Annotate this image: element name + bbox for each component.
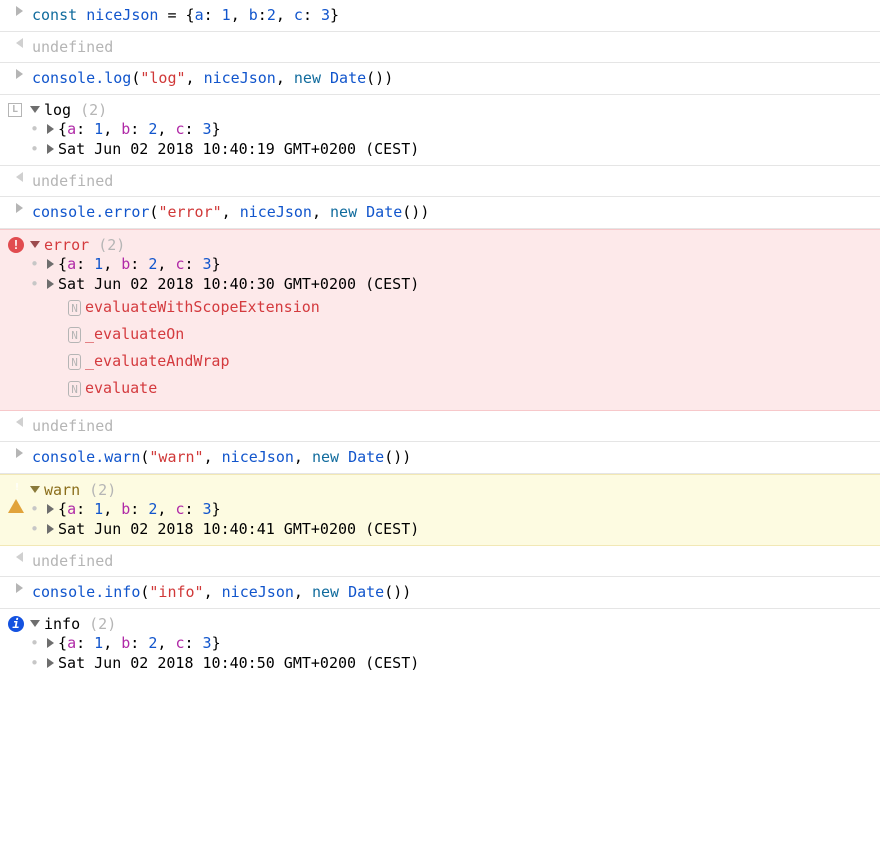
- object-summary: {a: 1, b: 2, c: 3}: [58, 500, 221, 518]
- disclosure-triangle-icon[interactable]: [30, 106, 40, 113]
- native-badge-icon: N: [68, 381, 81, 397]
- disclosure-triangle-icon[interactable]: [30, 620, 40, 627]
- console-input-row[interactable]: const niceJson = {a: 1, b:2, c: 3}: [0, 0, 880, 32]
- stack-frame[interactable]: N_evaluateAndWrap: [68, 348, 874, 375]
- info-icon: i: [8, 616, 24, 632]
- native-badge-icon: N: [68, 300, 81, 316]
- disclosure-triangle-icon[interactable]: [30, 486, 40, 493]
- console-warn-block[interactable]: warn (2) • {a: 1, b: 2, c: 3} • Sat Jun …: [0, 474, 880, 546]
- disclosure-triangle-icon[interactable]: [47, 144, 54, 154]
- stack-trace: NevaluateWithScopeExtension N_evaluateOn…: [8, 294, 874, 402]
- undefined-text: undefined: [30, 36, 874, 59]
- native-badge-icon: N: [68, 354, 81, 370]
- console-input-row[interactable]: console.warn("warn", niceJson, new Date(…: [0, 442, 880, 474]
- stack-frame[interactable]: N_evaluateOn: [68, 321, 874, 348]
- disclosure-triangle-icon[interactable]: [47, 524, 54, 534]
- input-icon: [16, 448, 23, 458]
- expandable-object[interactable]: • {a: 1, b: 2, c: 3}: [8, 499, 874, 519]
- obj-k: a: [195, 6, 204, 24]
- console-error-block[interactable]: ! error (2) • {a: 1, b: 2, c: 3} • Sat J…: [0, 229, 880, 411]
- code-line: console.log("log", niceJson, new Date()): [30, 67, 874, 90]
- log-label: warn: [44, 481, 80, 499]
- disclosure-triangle-icon[interactable]: [47, 124, 54, 134]
- console-info-block[interactable]: i info (2) • {a: 1, b: 2, c: 3} • Sat Ju…: [0, 609, 880, 679]
- expandable-date[interactable]: • Sat Jun 02 2018 10:40:19 GMT+0200 (CES…: [8, 139, 874, 159]
- code-line: console.warn("warn", niceJson, new Date(…: [30, 446, 874, 469]
- log-label: info: [44, 615, 80, 633]
- stack-frame[interactable]: Nevaluate: [68, 375, 874, 402]
- disclosure-triangle-icon[interactable]: [47, 638, 54, 648]
- expandable-object[interactable]: • {a: 1, b: 2, c: 3}: [8, 119, 874, 139]
- input-icon: [16, 203, 23, 213]
- console-input-row[interactable]: console.info("info", niceJson, new Date(…: [0, 577, 880, 609]
- date-value: Sat Jun 02 2018 10:40:19 GMT+0200 (CEST): [58, 140, 419, 158]
- date-value: Sat Jun 02 2018 10:40:30 GMT+0200 (CEST): [58, 275, 419, 293]
- disclosure-triangle-icon[interactable]: [47, 279, 54, 289]
- input-icon: [16, 583, 23, 593]
- expandable-object[interactable]: • {a: 1, b: 2, c: 3}: [8, 254, 874, 274]
- disclosure-triangle-icon[interactable]: [47, 259, 54, 269]
- console-output-row: undefined: [0, 32, 880, 64]
- arg-count: (2): [98, 236, 125, 254]
- input-icon: [16, 6, 23, 16]
- disclosure-triangle-icon[interactable]: [47, 504, 54, 514]
- output-icon: [16, 552, 23, 562]
- output-icon: [16, 172, 23, 182]
- date-value: Sat Jun 02 2018 10:40:41 GMT+0200 (CEST): [58, 520, 419, 538]
- object-summary: {a: 1, b: 2, c: 3}: [58, 255, 221, 273]
- output-icon: [16, 417, 23, 427]
- output-icon: [16, 38, 23, 48]
- disclosure-triangle-icon[interactable]: [47, 658, 54, 668]
- date-value: Sat Jun 02 2018 10:40:50 GMT+0200 (CEST): [58, 654, 419, 672]
- arg-count: (2): [80, 101, 107, 119]
- log-level-icon: L: [8, 103, 22, 117]
- native-badge-icon: N: [68, 327, 81, 343]
- log-label: log: [44, 101, 71, 119]
- log-label: error: [44, 236, 89, 254]
- expandable-date[interactable]: • Sat Jun 02 2018 10:40:30 GMT+0200 (CES…: [8, 274, 874, 294]
- console-output-row: undefined: [0, 166, 880, 198]
- warning-icon: [8, 481, 24, 513]
- console-output-row: undefined: [0, 411, 880, 443]
- expandable-object[interactable]: • {a: 1, b: 2, c: 3}: [8, 633, 874, 653]
- arg-count: (2): [89, 615, 116, 633]
- console-output-row: undefined: [0, 546, 880, 578]
- code-line: console.info("info", niceJson, new Date(…: [30, 581, 874, 604]
- code-line: const niceJson = {a: 1, b:2, c: 3}: [30, 4, 874, 27]
- code-line: console.error("error", niceJson, new Dat…: [30, 201, 874, 224]
- input-icon: [16, 69, 23, 79]
- object-summary: {a: 1, b: 2, c: 3}: [58, 120, 221, 138]
- console-log-block[interactable]: L log (2) • {a: 1, b: 2, c: 3} • Sat Jun…: [0, 95, 880, 166]
- disclosure-triangle-icon[interactable]: [30, 241, 40, 248]
- stack-frame[interactable]: NevaluateWithScopeExtension: [68, 294, 874, 321]
- error-icon: !: [8, 237, 24, 253]
- console-input-row[interactable]: console.log("log", niceJson, new Date()): [0, 63, 880, 95]
- expandable-date[interactable]: • Sat Jun 02 2018 10:40:41 GMT+0200 (CES…: [8, 519, 874, 539]
- console-input-row[interactable]: console.error("error", niceJson, new Dat…: [0, 197, 880, 229]
- object-summary: {a: 1, b: 2, c: 3}: [58, 634, 221, 652]
- expandable-date[interactable]: • Sat Jun 02 2018 10:40:50 GMT+0200 (CES…: [8, 653, 874, 673]
- arg-count: (2): [89, 481, 116, 499]
